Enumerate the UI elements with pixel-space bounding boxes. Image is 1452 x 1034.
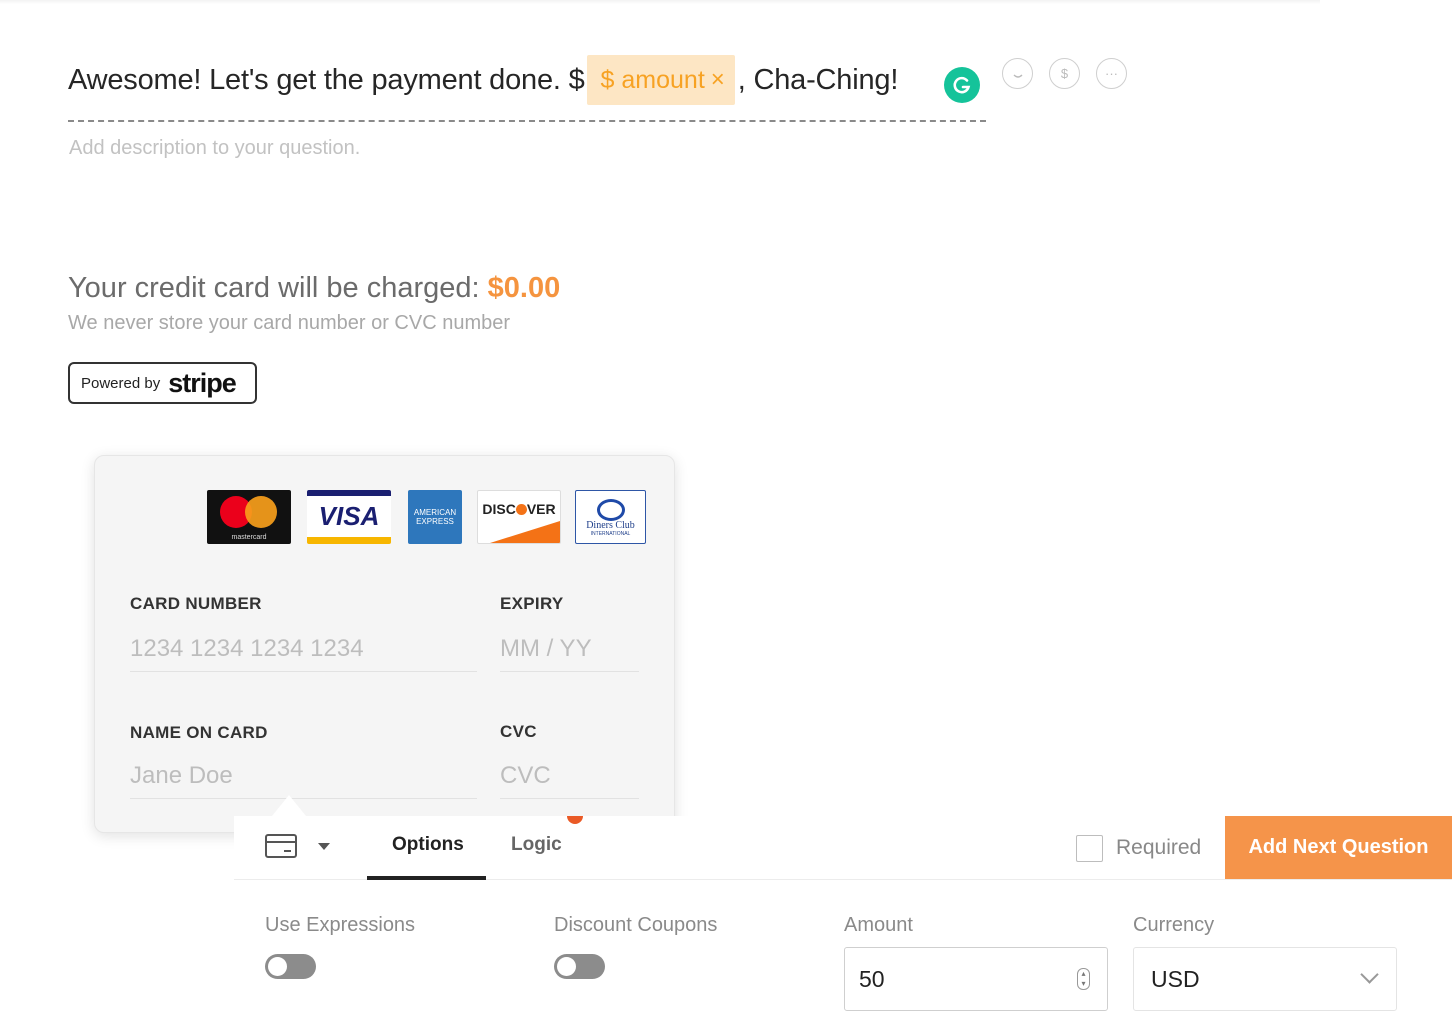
question-text-after: , Cha-Ching! — [737, 63, 899, 96]
currency-label: Currency — [1133, 914, 1215, 936]
powered-by-stripe-badge[interactable]: Powered by stripe — [68, 362, 257, 404]
discover-logo: DISC VER — [477, 490, 561, 544]
visa-logo: VISA — [307, 490, 391, 544]
card-brand-logos: mastercard VISA AMERICAN EXPRESS DISC VER … — [207, 490, 646, 544]
amount-variable-tag[interactable]: $ amount × — [586, 55, 735, 105]
question-icon-group: $ ··· — [1002, 58, 1127, 89]
tag-symbol: $ — [600, 65, 615, 94]
charge-label: Your credit card will be charged: — [68, 272, 480, 304]
amex-logo: AMERICAN EXPRESS — [408, 490, 462, 544]
discount-coupons-toggle[interactable] — [554, 954, 605, 979]
more-icon[interactable]: ··· — [1096, 58, 1127, 89]
card-number-input[interactable]: 1234 1234 1234 1234 — [130, 632, 477, 672]
tab-logic[interactable]: Logic — [511, 834, 562, 856]
smiley-icon[interactable] — [1002, 58, 1033, 89]
credit-card-form: mastercard VISA AMERICAN EXPRESS DISC VER … — [94, 455, 675, 833]
question-text-before: Awesome! Let's get the payment done. $ — [68, 63, 585, 96]
charge-amount: $0.00 — [487, 272, 561, 304]
use-expressions-label: Use Expressions — [265, 914, 416, 936]
cvc-label: CVC — [500, 722, 537, 741]
tab-options[interactable]: Options — [392, 834, 464, 856]
title-underline — [68, 120, 986, 122]
tag-remove-icon[interactable]: × — [711, 66, 725, 94]
required-label[interactable]: Required — [1116, 836, 1201, 860]
name-on-card-label: NAME ON CARD — [130, 723, 268, 742]
currency-select[interactable]: USD — [1133, 947, 1397, 1011]
dollar-icon[interactable]: $ — [1049, 58, 1080, 89]
amount-label: Amount — [844, 914, 913, 936]
chevron-down-icon[interactable] — [318, 843, 330, 850]
top-shadow — [0, 0, 1320, 4]
payment-card-icon[interactable] — [265, 834, 297, 858]
charge-statement: Your credit card will be charged: $0.00 — [68, 272, 560, 305]
expiry-input[interactable]: MM / YY — [500, 632, 639, 672]
discount-coupons-label: Discount Coupons — [554, 914, 718, 936]
use-expressions-toggle[interactable] — [265, 954, 316, 979]
required-checkbox[interactable] — [1076, 835, 1103, 862]
card-number-label: CARD NUMBER — [130, 594, 262, 613]
grammarly-icon[interactable] — [944, 67, 980, 103]
mastercard-logo: mastercard — [207, 490, 291, 544]
powered-by-label: Powered by — [81, 374, 161, 392]
number-spinner-icon[interactable]: ▴ ▾ — [1077, 968, 1090, 990]
expiry-label: EXPIRY — [500, 594, 564, 613]
description-input[interactable]: Add description to your question. — [69, 137, 360, 160]
panel-pointer — [272, 795, 306, 816]
currency-value: USD — [1151, 966, 1200, 992]
amount-input[interactable]: 50 ▴ ▾ — [844, 947, 1108, 1011]
security-note: We never store your card number or CVC n… — [68, 312, 511, 334]
settings-toolbar: Options Logic Required Add Next Question — [234, 816, 1452, 880]
amount-value: 50 — [859, 966, 885, 992]
add-next-question-button[interactable]: Add Next Question — [1225, 816, 1452, 879]
name-on-card-input[interactable]: Jane Doe — [130, 759, 477, 799]
chevron-down-icon — [1360, 965, 1379, 984]
question-title[interactable]: Awesome! Let's get the payment done. $ $… — [68, 52, 898, 108]
diners-club-logo: Diners Club INTERNATIONAL — [575, 490, 646, 544]
active-tab-indicator — [367, 876, 486, 880]
stripe-logo: stripe — [168, 367, 237, 398]
tag-label: amount — [621, 65, 705, 94]
question-settings-panel: Options Logic Required Add Next Question… — [234, 816, 1452, 1034]
cvc-input[interactable]: CVC — [500, 759, 639, 799]
